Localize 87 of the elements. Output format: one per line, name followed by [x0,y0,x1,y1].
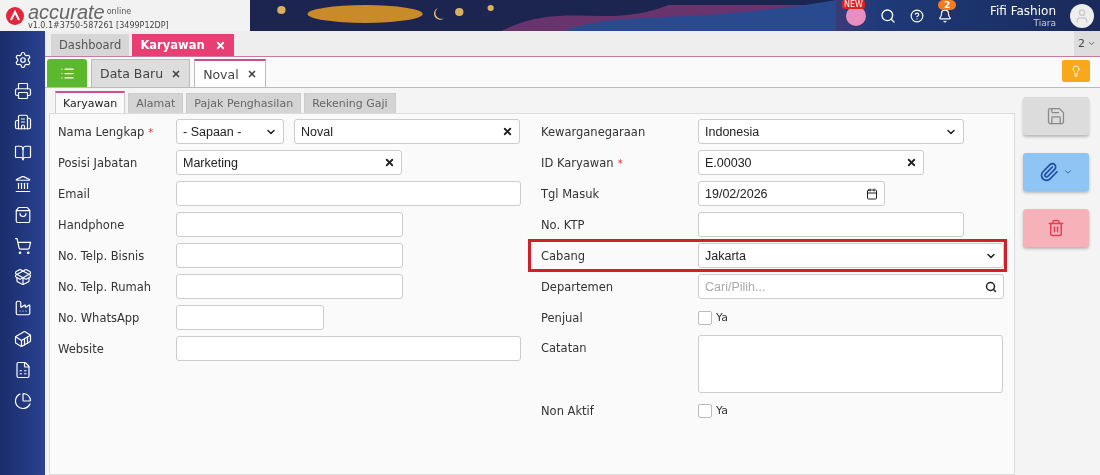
new-badge: NEW [841,0,865,9]
field-label: ID Karyawan * [541,155,624,170]
checkbox-label: Ya [716,311,728,324]
user-icon [1074,7,1090,24]
document-tab[interactable]: Data Baru [91,59,191,87]
input-field[interactable] [176,305,324,330]
paperclip-icon [1039,162,1059,182]
trash-icon [1047,219,1065,237]
field-label: Departemen [541,279,615,294]
building-icon[interactable] [13,113,32,131]
search-icon[interactable] [879,7,896,24]
field-label: Email [58,186,91,201]
clear-icon[interactable] [384,157,395,168]
field-label: No. Telp. Rumah [58,279,152,294]
input-field[interactable] [176,336,521,361]
bank-icon[interactable] [13,175,32,193]
input-field[interactable]: Noval [294,119,520,144]
attach-button[interactable] [1023,153,1089,191]
window-tab[interactable]: Dashboard [51,34,130,56]
input-field[interactable] [176,274,403,299]
search-icon[interactable] [985,280,997,293]
settings-icon[interactable] [13,51,32,69]
factory-icon[interactable] [13,299,32,317]
cart-icon[interactable] [13,237,32,255]
logo-subtitle: online [106,7,132,16]
logo-icon [6,6,24,25]
date-field[interactable]: 19/02/2026 [698,181,885,206]
chevron-icon [1063,167,1073,177]
document-tab[interactable]: Noval [194,59,266,87]
window-count[interactable]: 2 [1074,31,1100,56]
document-icon[interactable] [13,361,32,379]
input-field[interactable]: E.00030 [698,150,924,175]
avatar[interactable] [1070,3,1094,28]
chevron-icon [1087,39,1096,48]
close-icon[interactable] [246,69,257,79]
field-label: No. Telp. Bisnis [58,248,146,263]
input-field[interactable] [176,212,403,237]
field-label: Nama Lengkap * [58,124,155,139]
close-icon[interactable] [171,68,182,79]
form-tab[interactable]: Alamat [128,93,184,113]
printer-icon[interactable] [13,82,32,100]
package-icon[interactable] [13,268,32,286]
required-mark: * [148,126,154,138]
field-label: Non Aktif [541,403,595,418]
select-field[interactable]: Indonesia [698,119,964,144]
field-label: Kewarganegaraan [541,124,647,139]
select-field[interactable]: - Sapaan - [176,119,284,144]
bag-icon[interactable] [13,206,32,224]
input-field[interactable] [176,181,521,206]
window-tab[interactable]: Karyawan [132,34,234,56]
save-icon [1046,106,1066,126]
list-icon [59,65,75,81]
required-mark: * [617,157,623,169]
select-field[interactable]: Jakarta [698,243,1004,268]
notification-count: 2 [937,0,957,10]
bell-icon[interactable] [937,8,952,23]
logo-text: accurate [28,1,105,22]
field-label: Posisi Jabatan [58,155,139,170]
input-field[interactable] [698,212,964,237]
user-name: Tiara [1033,17,1056,28]
input-field[interactable]: Marketing [176,150,402,175]
field-label: Tgl Masuk [541,186,601,201]
checkbox-label: Ya [716,404,728,417]
container-icon[interactable] [13,330,32,348]
form-tab[interactable]: Rekening Gaji [304,93,396,113]
form-tab[interactable]: Pajak Penghasilan [186,93,302,113]
chart-icon[interactable] [13,392,32,410]
lightbulb-icon [1070,64,1082,77]
clear-icon[interactable] [502,126,513,137]
version-text: v1.0.1#3750-587261 [3499P12DP] [28,21,169,30]
book-icon[interactable] [13,144,32,162]
field-label: No. WhatsApp [58,310,141,325]
clear-icon[interactable] [906,157,917,168]
checkbox[interactable] [698,403,712,418]
form-tab[interactable]: Karyawan [55,91,126,113]
calendar-icon[interactable] [866,187,878,200]
input-field[interactable] [176,243,403,268]
help-icon[interactable] [909,8,924,23]
notes-field[interactable] [698,335,1003,393]
field-label: Website [58,341,105,356]
field-label: Cabang [541,248,586,263]
company-name: Fifi Fashion [989,3,1056,18]
field-label: Catatan [541,340,588,355]
field-label: No. KTP [541,217,586,232]
field-label: Handphone [58,217,126,232]
field-label: Penjual [541,310,584,325]
checkbox[interactable] [698,310,712,325]
